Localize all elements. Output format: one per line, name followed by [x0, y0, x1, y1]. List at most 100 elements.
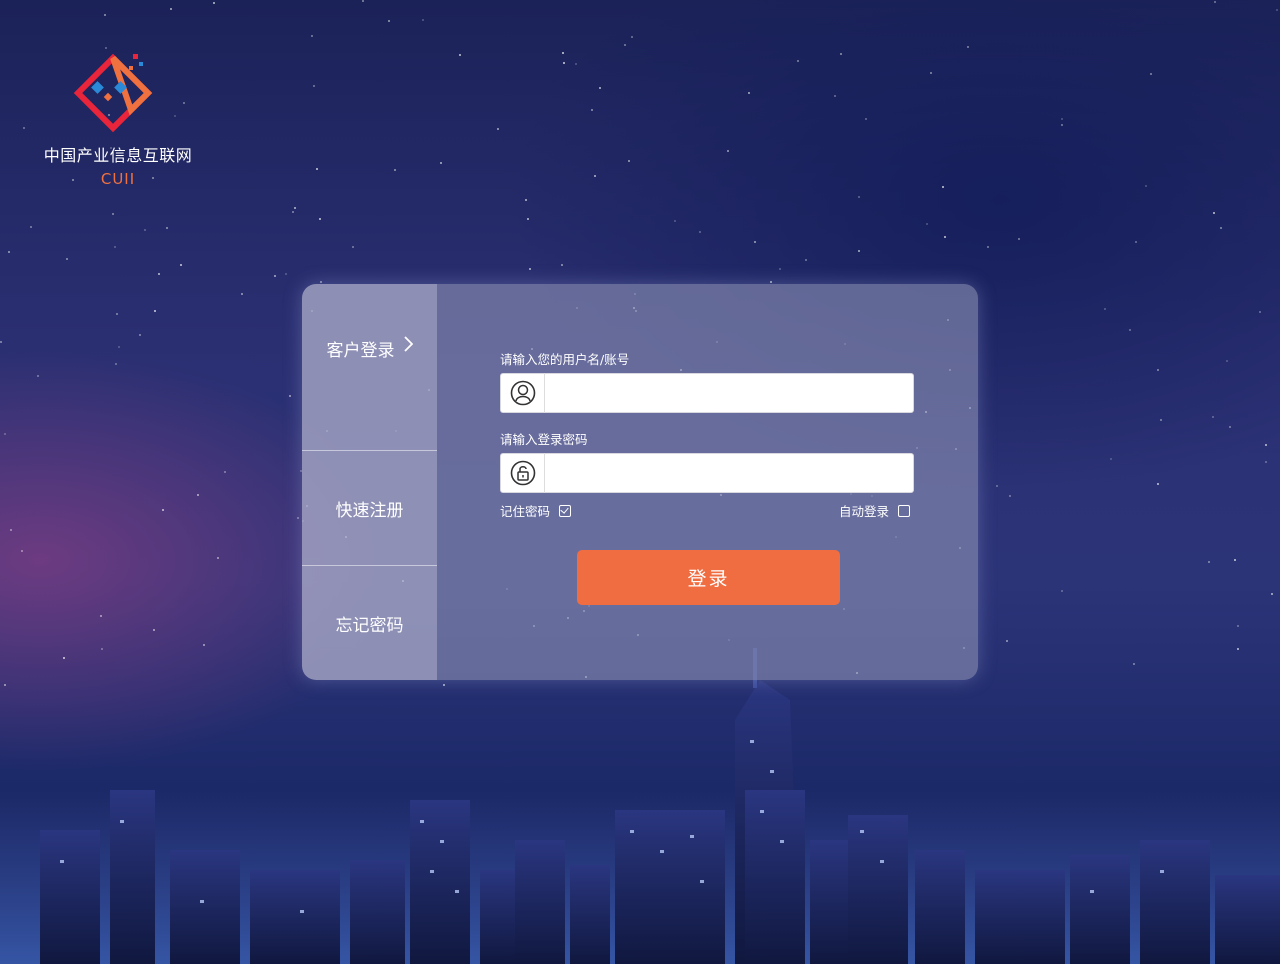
star [8, 251, 10, 253]
password-field-container [500, 453, 914, 493]
star [561, 264, 563, 266]
site-abbreviation: CUII [100, 170, 136, 188]
star [858, 250, 860, 252]
star [631, 36, 633, 38]
tab-label: 客户登录 [326, 341, 395, 361]
star [527, 218, 529, 220]
star [388, 20, 390, 22]
star [320, 281, 322, 283]
chevron-right-icon [403, 336, 413, 352]
star [674, 220, 676, 222]
star [66, 258, 68, 260]
star [224, 471, 226, 473]
star [840, 53, 842, 55]
star [144, 229, 146, 231]
auto-login-label: 自动登录 [839, 504, 890, 519]
star [628, 160, 630, 162]
star [362, 0, 364, 2]
star [1265, 444, 1267, 446]
password-input[interactable] [545, 455, 913, 491]
star [727, 150, 729, 152]
username-label: 请输入您的用户名/账号 [500, 352, 630, 367]
star [115, 363, 117, 365]
star [1237, 625, 1239, 627]
star [319, 218, 321, 220]
star [926, 223, 928, 225]
star [162, 509, 164, 511]
star [594, 175, 596, 177]
star [285, 273, 287, 275]
star [1271, 593, 1273, 595]
star [394, 169, 396, 171]
star [100, 615, 102, 617]
tab-customer-login[interactable]: 客户登录 [302, 284, 437, 451]
star [274, 275, 276, 277]
star [1129, 329, 1131, 331]
star [1226, 360, 1228, 362]
star [30, 226, 32, 228]
tab-forgot-password[interactable]: 忘记密码 [302, 566, 437, 680]
star [116, 313, 118, 315]
star [1157, 483, 1159, 485]
star [112, 213, 114, 215]
star [104, 14, 106, 16]
cuii-logo-icon [73, 53, 153, 133]
star [1061, 590, 1063, 592]
star [805, 259, 807, 261]
star [1160, 419, 1162, 421]
star [834, 95, 836, 97]
star [1276, 9, 1278, 11]
star [779, 268, 781, 270]
login-side-tabs: 客户登录 快速注册 忘记密码 [302, 284, 437, 680]
tab-quick-register[interactable]: 快速注册 [302, 451, 437, 566]
password-label: 请输入登录密码 [500, 432, 588, 447]
star [213, 2, 215, 4]
star [170, 8, 172, 10]
site-logo[interactable]: 中国产业信息互联网 CUII [30, 48, 206, 188]
star [1208, 561, 1210, 563]
star [1157, 369, 1159, 371]
star [797, 60, 799, 62]
user-icon [501, 373, 545, 413]
star [316, 168, 318, 170]
star [591, 109, 593, 111]
auto-login-checkbox[interactable] [898, 504, 911, 517]
star [699, 231, 701, 233]
remember-password-option[interactable]: 记住密码 [500, 501, 572, 520]
star [1214, 1, 1216, 3]
star [311, 35, 313, 37]
star [440, 162, 442, 164]
star [1018, 238, 1020, 240]
star [422, 19, 424, 21]
star [1220, 227, 1222, 229]
star [967, 46, 969, 48]
remember-password-label: 记住密码 [500, 504, 551, 519]
star [0, 341, 2, 343]
star [525, 199, 527, 201]
star [297, 517, 299, 519]
auto-login-option[interactable]: 自动登录 [839, 501, 911, 520]
remember-password-checkbox[interactable] [559, 504, 572, 517]
star [865, 118, 867, 120]
tab-label: 忘记密码 [335, 615, 404, 636]
star [352, 246, 354, 248]
star [599, 87, 601, 89]
star [294, 207, 296, 209]
username-input[interactable] [545, 375, 913, 411]
star [1229, 426, 1231, 428]
lock-icon [501, 453, 545, 493]
star [158, 273, 160, 275]
star [21, 550, 23, 552]
star [23, 127, 25, 129]
star [154, 310, 156, 312]
star [748, 92, 750, 94]
city-skyline-background [0, 648, 1280, 964]
star [1135, 241, 1137, 243]
star [1150, 73, 1152, 75]
star [624, 44, 626, 46]
star [139, 334, 141, 336]
star [4, 433, 6, 435]
login-button[interactable]: 登录 [577, 550, 840, 605]
star [1061, 118, 1063, 120]
star [1213, 212, 1215, 214]
